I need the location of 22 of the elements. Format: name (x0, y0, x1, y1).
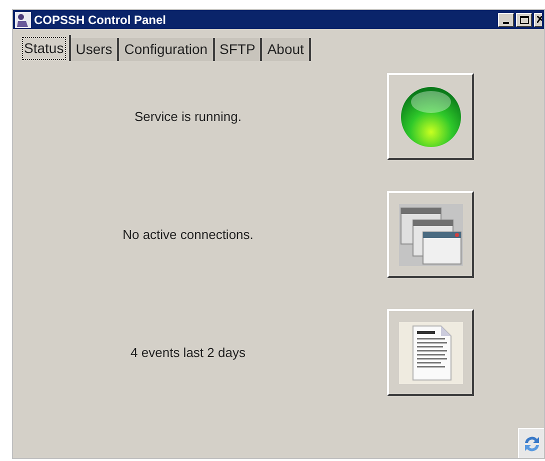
status-text: No active connections. (122, 226, 254, 244)
refresh-icon (522, 434, 542, 454)
window-title: COPSSH Control Panel (34, 12, 168, 28)
status-text: Service is running. (134, 108, 242, 126)
tab[interactable]: Users (70, 38, 120, 61)
refresh-button[interactable] (518, 428, 544, 458)
status-button[interactable] (387, 191, 474, 278)
status-button[interactable] (387, 73, 474, 160)
maximize-button[interactable] (516, 12, 532, 26)
tab[interactable]: About (262, 38, 311, 61)
minimize-button[interactable] (498, 12, 514, 26)
windows-icon (398, 204, 462, 266)
status-text: 4 events last 2 days (130, 344, 246, 362)
tab[interactable]: Status (19, 35, 71, 61)
close-button[interactable] (534, 12, 542, 26)
close-icon (537, 16, 542, 23)
app-icon (15, 12, 31, 28)
document-icon (398, 322, 462, 384)
tab[interactable]: SFTP (214, 38, 262, 61)
sphere-icon (400, 86, 462, 148)
status-button[interactable] (387, 309, 474, 396)
tab[interactable]: Configuration (119, 38, 215, 61)
